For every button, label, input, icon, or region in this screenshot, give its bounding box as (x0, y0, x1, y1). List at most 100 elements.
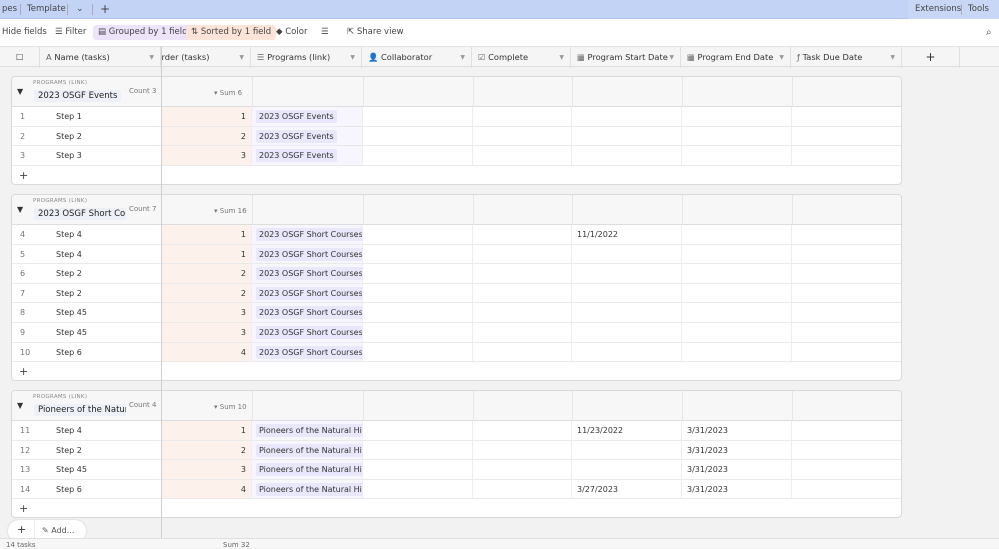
column-header[interactable]: 👤 Collaborator ▼ (362, 47, 472, 68)
filter-button[interactable]: ☰ Filter (50, 25, 91, 40)
table-row[interactable]: 8 Step 45 3 2023 OSGF Short Courses (12, 303, 901, 323)
programs-cell[interactable]: 2023 OSGF Short Courses (252, 283, 363, 303)
programs-cell[interactable]: 2023 OSGF Short Courses (252, 323, 363, 342)
name-cell[interactable]: Step 3 (41, 146, 162, 165)
complete-cell[interactable] (473, 303, 572, 322)
complete-cell[interactable] (473, 342, 572, 362)
order-cell[interactable]: 1 (162, 244, 252, 264)
link-pill[interactable]: 2023 OSGF Short Courses (256, 286, 362, 300)
group-button[interactable]: ▤ Grouped by 1 field (93, 25, 193, 40)
color-button[interactable]: ◆ Color (271, 25, 312, 40)
end-date-cell[interactable] (682, 225, 792, 244)
start-date-cell[interactable]: 11/1/2022 (572, 225, 682, 244)
programs-cell[interactable]: 2023 OSGF Events (252, 126, 363, 146)
start-date-cell[interactable] (572, 264, 682, 283)
task-due-date-cell[interactable] (792, 127, 901, 146)
column-header[interactable]: ƒ Task Due Date ▼ (791, 47, 902, 68)
chevron-down-icon[interactable]: ▼ (460, 47, 465, 68)
table-row[interactable]: 14 Step 6 4 Pioneers of the Natural Hist… (12, 479, 901, 500)
link-pill[interactable]: Pioneers of the Natural History (256, 424, 362, 437)
collapse-group-icon[interactable]: ▼ (17, 205, 23, 214)
order-cell[interactable]: 2 (162, 126, 252, 146)
link-pill[interactable]: 2023 OSGF Short Courses (256, 326, 362, 339)
name-cell[interactable]: Step 2 (41, 283, 162, 303)
task-due-date-cell[interactable] (792, 480, 901, 499)
column-header[interactable]: ☰ Programs (link) ▼ (251, 47, 362, 68)
programs-cell[interactable]: 2023 OSGF Short Courses (252, 264, 363, 283)
collaborator-cell[interactable] (363, 107, 473, 126)
collaborator-cell[interactable] (363, 421, 473, 440)
task-due-date-cell[interactable] (792, 460, 901, 479)
tab-template[interactable]: Template (27, 4, 66, 14)
add-record-button[interactable]: + (17, 523, 26, 536)
start-date-cell[interactable] (572, 244, 682, 264)
sort-button[interactable]: ⇅ Sorted by 1 field (186, 25, 277, 40)
extensions-button[interactable]: Extensions (915, 4, 961, 14)
complete-cell[interactable] (473, 225, 572, 244)
complete-cell[interactable] (473, 126, 572, 146)
complete-cell[interactable] (473, 264, 572, 283)
chevron-down-icon[interactable]: ▼ (559, 47, 564, 68)
programs-cell[interactable]: Pioneers of the Natural History (252, 440, 363, 460)
add-row-button[interactable]: + (19, 365, 28, 378)
start-date-cell[interactable] (572, 126, 682, 146)
end-date-cell[interactable] (682, 107, 792, 126)
end-date-cell[interactable] (682, 264, 792, 283)
programs-cell[interactable]: 2023 OSGF Short Courses (252, 303, 363, 322)
complete-cell[interactable] (473, 421, 572, 440)
end-date-cell[interactable]: 3/31/2023 (682, 479, 792, 499)
complete-cell[interactable] (473, 460, 572, 479)
task-due-date-cell[interactable] (792, 225, 901, 244)
link-pill[interactable]: Pioneers of the Natural History (256, 482, 362, 496)
start-date-cell[interactable] (572, 342, 682, 362)
collaborator-cell[interactable] (363, 244, 473, 264)
programs-cell[interactable]: Pioneers of the Natural History (252, 460, 363, 479)
complete-cell[interactable] (473, 146, 572, 165)
start-date-cell[interactable] (572, 323, 682, 342)
table-row[interactable]: 3 Step 3 3 2023 OSGF Events (12, 146, 901, 166)
task-due-date-cell[interactable] (792, 107, 901, 126)
name-cell[interactable]: Step 45 (41, 323, 162, 342)
task-due-date-cell[interactable] (792, 441, 901, 460)
order-cell[interactable]: 4 (162, 342, 252, 362)
order-cell[interactable]: 1 (162, 421, 252, 440)
frozen-column-divider[interactable] (161, 46, 162, 548)
start-date-cell[interactable] (572, 440, 682, 460)
collapse-group-icon[interactable]: ▼ (17, 401, 23, 410)
complete-cell[interactable] (473, 244, 572, 264)
select-all-checkbox[interactable]: ☐ (0, 47, 40, 68)
collaborator-cell[interactable] (363, 479, 473, 499)
add-tab-icon[interactable]: + (100, 2, 110, 16)
task-due-date-cell[interactable] (792, 146, 901, 165)
task-due-date-cell[interactable] (792, 303, 901, 322)
column-header[interactable]: Order (tasks)▼ (161, 47, 251, 68)
link-pill[interactable]: 2023 OSGF Short Courses (256, 228, 362, 241)
name-cell[interactable]: Step 2 (41, 264, 162, 283)
link-pill[interactable]: 2023 OSGF Short Courses (256, 247, 362, 261)
end-date-cell[interactable] (682, 342, 792, 362)
table-row[interactable]: 7 Step 2 2 2023 OSGF Short Courses (12, 283, 901, 304)
link-pill[interactable]: Pioneers of the Natural History (256, 443, 362, 457)
column-header[interactable]: ▦ Program Start Date ▼ (571, 47, 681, 68)
complete-cell[interactable] (473, 283, 572, 303)
name-cell[interactable]: Step 4 (41, 225, 162, 244)
end-date-cell[interactable] (682, 323, 792, 342)
table-row[interactable]: 9 Step 45 3 2023 OSGF Short Courses (12, 323, 901, 343)
end-date-cell[interactable]: 3/31/2023 (682, 460, 792, 479)
row-height-button[interactable]: ☰ (316, 25, 334, 40)
column-header[interactable]: A Name (tasks) ▼ (40, 47, 161, 68)
task-due-date-cell[interactable] (792, 284, 901, 303)
tab-types[interactable]: pes (2, 4, 17, 14)
collaborator-cell[interactable] (363, 303, 473, 322)
link-pill[interactable]: 2023 OSGF Events (256, 149, 337, 163)
programs-cell[interactable]: 2023 OSGF Events (252, 107, 363, 126)
complete-cell[interactable] (473, 479, 572, 499)
collaborator-cell[interactable] (363, 440, 473, 460)
order-cell[interactable]: 3 (162, 303, 252, 322)
task-due-date-cell[interactable] (792, 323, 901, 342)
link-pill[interactable]: 2023 OSGF Short Courses (256, 345, 362, 359)
add-row-button[interactable]: + (19, 169, 28, 182)
start-date-cell[interactable]: 3/27/2023 (572, 479, 682, 499)
name-cell[interactable]: Step 1 (41, 107, 162, 126)
chevron-down-icon[interactable]: ▼ (350, 47, 355, 68)
